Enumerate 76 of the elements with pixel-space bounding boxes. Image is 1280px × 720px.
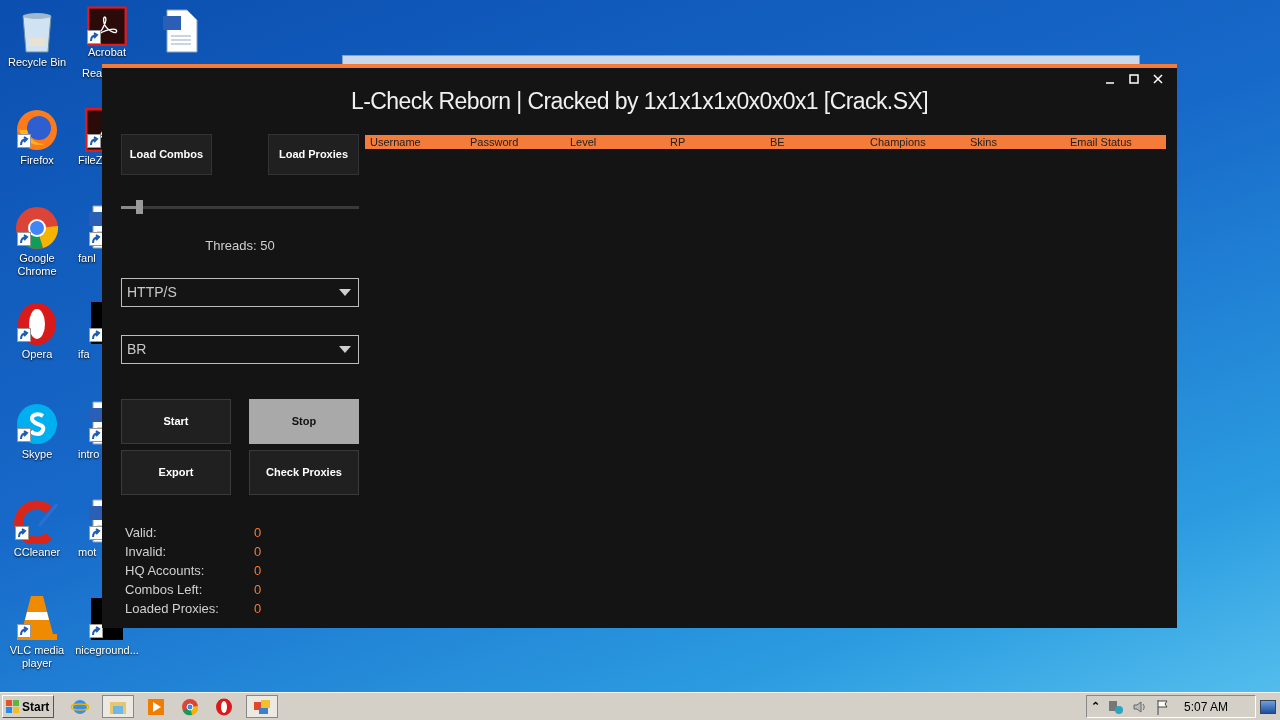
column-header[interactable]: BE xyxy=(765,135,865,149)
load-button[interactable]: Load Combos xyxy=(121,134,212,175)
action-button[interactable]: Check Proxies xyxy=(249,450,359,495)
column-header[interactable]: Level xyxy=(565,135,665,149)
desktop-icon-label[interactable]: Skype xyxy=(21,448,53,461)
desktop-icon-label[interactable]: fanl xyxy=(76,252,96,265)
desktop-icon-label[interactable]: FileZ xyxy=(76,154,103,167)
tray-expand-arrow[interactable]: ⌃ xyxy=(1091,698,1100,715)
dropdown-arrow-icon xyxy=(339,346,351,353)
stat-value: 0 xyxy=(254,523,262,542)
maximize-icon[interactable] xyxy=(1127,72,1141,86)
stat-value: 0 xyxy=(254,561,262,580)
dropdown-arrow-icon xyxy=(339,289,351,296)
stat-value: 0 xyxy=(254,580,262,599)
desktop-icon-label[interactable]: mot xyxy=(76,546,97,559)
close-icon[interactable] xyxy=(1151,72,1165,86)
desktop-icon-label[interactable]: Firefox xyxy=(20,154,54,167)
action-button[interactable]: Start xyxy=(121,399,231,444)
desktop-icon-label[interactable]: Rea xyxy=(82,67,103,80)
stat-label: Valid: xyxy=(124,523,158,542)
desktop-icon-label[interactable]: intro xyxy=(76,448,100,461)
document-icon xyxy=(161,8,201,54)
desktop-icon-label[interactable]: ifa xyxy=(76,348,90,361)
desktop-icon-label[interactable]: Acrobat xyxy=(88,46,126,59)
column-header[interactable]: Username xyxy=(365,135,465,149)
dropdown-value: HTTP/S xyxy=(127,283,177,302)
shortcut-arrow-icon xyxy=(17,232,31,246)
desktop-icon-label[interactable]: niceground... xyxy=(75,644,139,657)
desktop-icon-label[interactable]: Opera xyxy=(21,348,53,361)
shortcut-arrow-icon xyxy=(17,624,31,638)
column-header[interactable]: Skins xyxy=(965,135,1065,149)
shortcut-arrow-icon xyxy=(17,134,31,148)
desktop-icon-label[interactable]: Recycle Bin xyxy=(7,56,67,69)
stat-label: Loaded Proxies: xyxy=(124,599,220,618)
taskbar-app[interactable] xyxy=(102,695,134,718)
windows-logo-icon xyxy=(6,699,20,714)
stat-value: 0 xyxy=(254,599,262,618)
dropdown[interactable]: BR xyxy=(121,335,359,364)
network-icon[interactable] xyxy=(1108,698,1124,715)
shortcut-arrow-icon xyxy=(17,328,31,342)
column-header[interactable]: Password xyxy=(465,135,565,149)
start-button[interactable]: Start xyxy=(2,695,54,718)
shortcut-arrow-icon xyxy=(89,526,103,540)
action-button[interactable]: Stop xyxy=(249,399,359,444)
threads-slider[interactable] xyxy=(121,200,359,214)
column-header[interactable]: Champions xyxy=(865,135,965,149)
shortcut-arrow-icon xyxy=(89,428,103,442)
action-button[interactable]: Export xyxy=(121,450,231,495)
taskbar-app[interactable] xyxy=(246,695,278,718)
shortcut-arrow-icon xyxy=(15,526,29,540)
shortcut-arrow-icon xyxy=(89,232,103,246)
dropdown-value: BR xyxy=(127,340,147,359)
shortcut-arrow-icon xyxy=(87,134,101,148)
ccleaner-icon xyxy=(13,500,61,544)
desktop-icon-label[interactable]: Google Chrome xyxy=(17,252,57,278)
app-window-icon[interactable] xyxy=(253,697,271,716)
dropdown[interactable]: HTTP/S xyxy=(121,278,359,307)
show-desktop-button[interactable] xyxy=(1260,699,1276,714)
stat-value: 0 xyxy=(254,542,262,561)
window-title: L-Check Reborn | Cracked by 1x1x1x1x0x0x0x1 [Crack.SX] xyxy=(351,86,928,116)
shortcut-arrow-icon xyxy=(17,428,31,442)
shortcut-arrow-icon xyxy=(89,328,103,342)
flag-icon[interactable] xyxy=(1156,698,1170,715)
volume-icon[interactable] xyxy=(1132,698,1148,715)
column-header[interactable]: Email Status xyxy=(1065,135,1165,149)
threads-label: Threads: 50 xyxy=(204,237,276,255)
stat-label: Invalid: xyxy=(124,542,168,561)
desktop-icon-label[interactable]: CCleaner xyxy=(13,546,61,559)
desktop-icon-label[interactable]: VLC media player xyxy=(9,644,65,670)
stat-label: Combos Left: xyxy=(124,580,204,599)
stat-label: HQ Accounts: xyxy=(124,561,206,580)
load-button[interactable]: Load Proxies xyxy=(268,134,359,175)
column-header[interactable]: RP xyxy=(665,135,765,149)
clock[interactable]: 5:07 AM xyxy=(1184,697,1229,716)
shortcut-arrow-icon xyxy=(87,30,101,44)
shortcut-arrow-icon xyxy=(89,624,103,638)
